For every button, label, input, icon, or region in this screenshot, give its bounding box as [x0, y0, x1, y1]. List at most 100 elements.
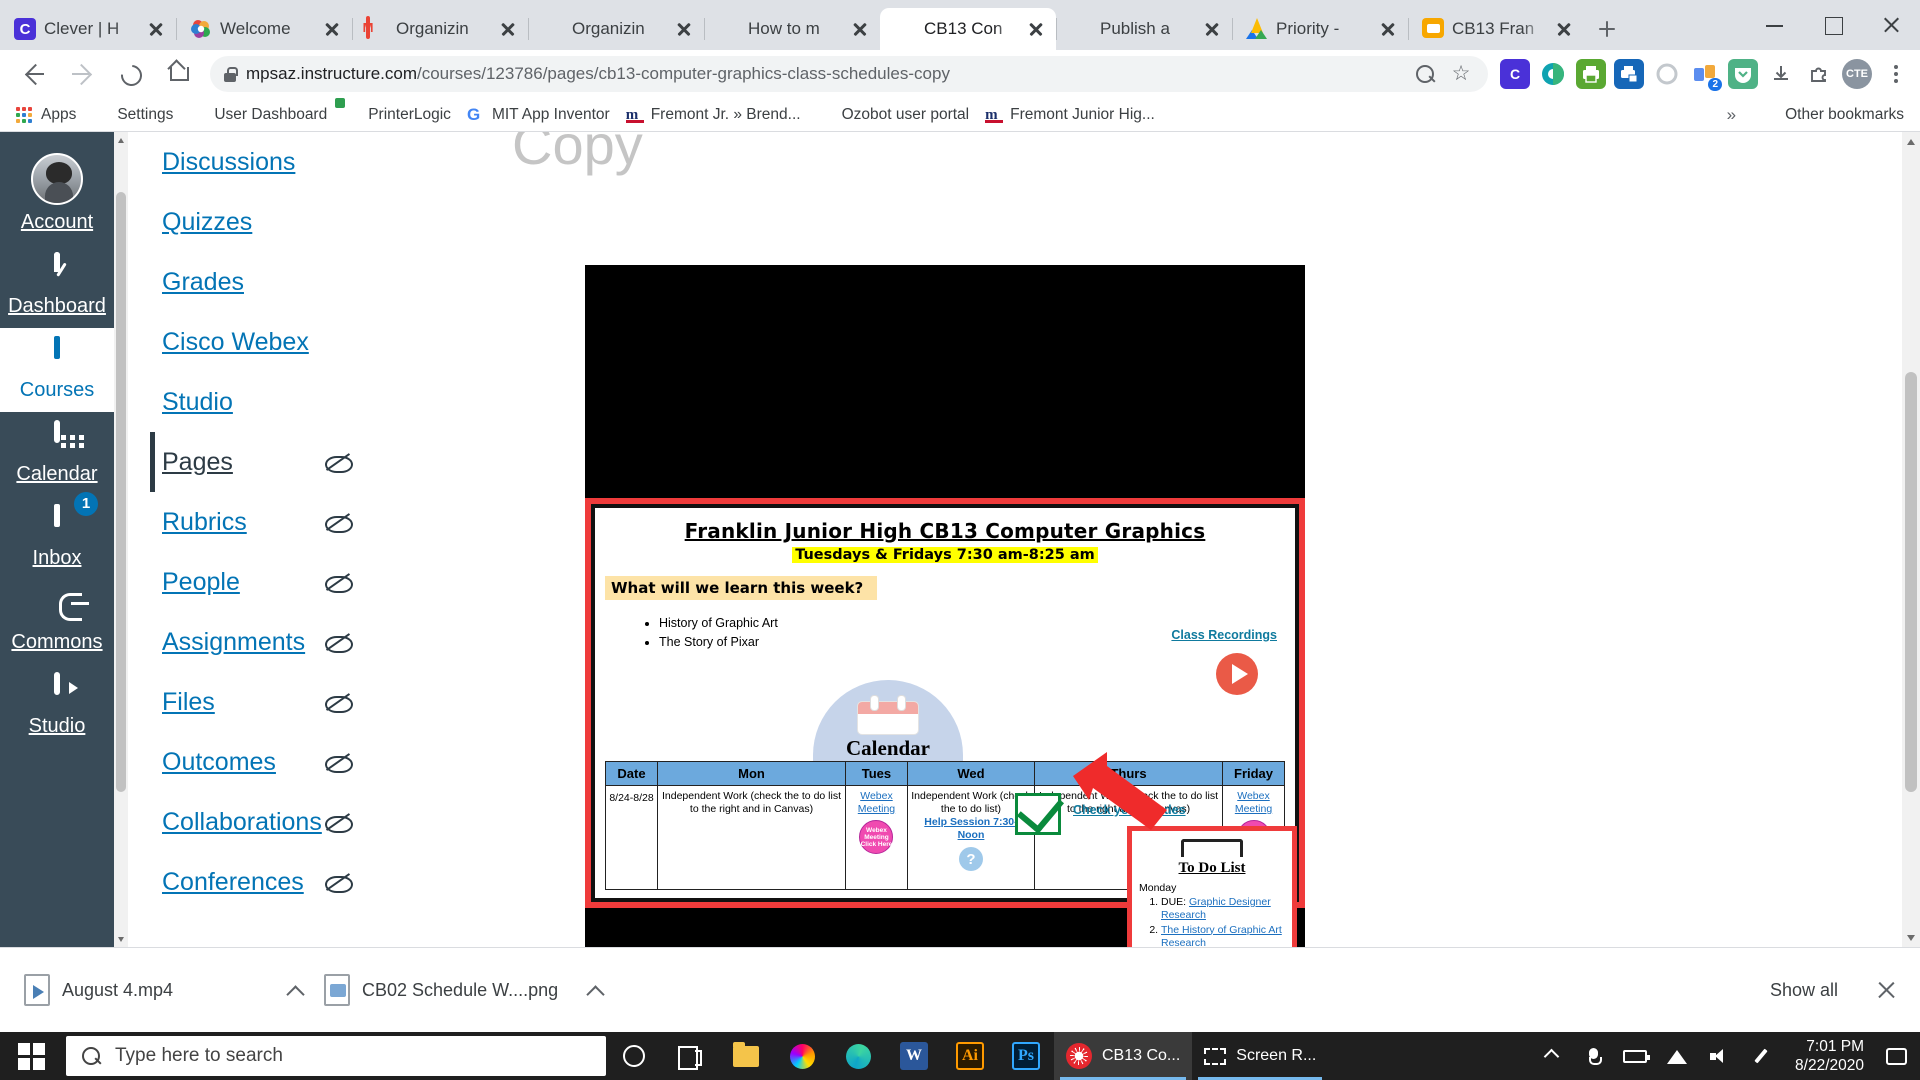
teal-circle-extension-icon[interactable]: [1538, 59, 1568, 89]
webex-click-here-badge[interactable]: Webex Meeting Click Here: [859, 820, 893, 854]
close-icon[interactable]: [322, 19, 342, 39]
todo-link[interactable]: The History of Graphic Art Research: [1161, 924, 1282, 948]
maximize-button[interactable]: [1804, 0, 1862, 50]
sidebar-item-courses[interactable]: Courses: [0, 328, 114, 412]
global-nav-scrollbar[interactable]: [114, 132, 128, 947]
printer-extension-icon[interactable]: [1576, 59, 1606, 89]
course-nav-item-rubrics[interactable]: Rubrics: [150, 492, 440, 552]
course-nav-item-pages[interactable]: Pages: [150, 432, 440, 492]
close-icon[interactable]: [674, 19, 694, 39]
home-icon[interactable]: [159, 55, 197, 93]
speaker-icon[interactable]: [1699, 1032, 1739, 1080]
edge-icon[interactable]: [830, 1032, 886, 1080]
close-icon[interactable]: [498, 19, 518, 39]
close-icon[interactable]: [1378, 19, 1398, 39]
tabs-extension-icon[interactable]: 2: [1690, 59, 1720, 89]
chevron-down-icon[interactable]: [582, 977, 608, 1003]
course-nav-item-cisco-webex[interactable]: Cisco Webex: [150, 312, 440, 372]
browser-tab[interactable]: Organizin: [528, 8, 704, 50]
bookmark-fremont-jr[interactable]: m Fremont Jr. » Brend...: [618, 103, 809, 127]
bookmark-fremont-junior-high[interactable]: m Fremont Junior Hig...: [977, 103, 1163, 127]
minimize-button[interactable]: [1746, 0, 1804, 50]
cte-profile-icon[interactable]: CTE: [1842, 59, 1872, 89]
browser-tab[interactable]: Publish a: [1056, 8, 1232, 50]
print-blue-extension-icon[interactable]: [1614, 59, 1644, 89]
close-icon[interactable]: [146, 19, 166, 39]
sidebar-item-studio[interactable]: Studio: [0, 664, 114, 748]
course-nav-item-files[interactable]: Files: [150, 672, 440, 732]
course-nav-item-outcomes[interactable]: Outcomes: [150, 732, 440, 792]
close-icon[interactable]: [850, 19, 870, 39]
notification-icon[interactable]: [1878, 1032, 1914, 1080]
download-item[interactable]: August 4.mp4: [14, 963, 314, 1017]
scroll-down-icon[interactable]: [114, 931, 128, 947]
illustrator-icon[interactable]: Ai: [942, 1032, 998, 1080]
scroll-up-icon[interactable]: [1902, 132, 1920, 150]
sidebar-item-calendar[interactable]: Calendar: [0, 412, 114, 496]
zoom-icon[interactable]: [1412, 61, 1438, 87]
battery-icon[interactable]: [1615, 1032, 1655, 1080]
browser-tab[interactable]: Organizin: [352, 8, 528, 50]
course-nav-item-people[interactable]: People: [150, 552, 440, 612]
reload-icon[interactable]: [111, 55, 149, 93]
bookmark-apps[interactable]: Apps: [8, 103, 84, 127]
firefox-icon[interactable]: [774, 1032, 830, 1080]
search-input[interactable]: Type here to search: [66, 1036, 606, 1076]
chrome-menu-icon[interactable]: [1880, 59, 1910, 89]
bookmark-star-icon[interactable]: ☆: [1448, 61, 1474, 87]
task-view-icon[interactable]: [662, 1032, 718, 1080]
other-bookmarks-folder[interactable]: Other bookmarks: [1752, 103, 1912, 127]
course-nav-item-assignments[interactable]: Assignments: [150, 612, 440, 672]
browser-tab[interactable]: Priority -: [1232, 8, 1408, 50]
chevron-down-icon[interactable]: [282, 977, 308, 1003]
embedded-schedule-image[interactable]: Franklin Junior High CB13 Computer Graph…: [585, 265, 1305, 947]
puzzle-extension-icon[interactable]: [1804, 59, 1834, 89]
course-nav-item-collaborations[interactable]: Collaborations: [150, 792, 440, 852]
window-close-button[interactable]: [1862, 0, 1920, 50]
clock[interactable]: 7:01 PM 8/22/2020: [1783, 1032, 1876, 1080]
address-bar[interactable]: mpsaz.instructure.com/courses/123786/pag…: [210, 56, 1488, 92]
page-scrollbar[interactable]: [1902, 132, 1920, 947]
bookmark-ozobot[interactable]: Ozobot user portal: [809, 103, 978, 127]
pocket-extension-icon[interactable]: [1728, 59, 1758, 89]
bookmarks-overflow-icon[interactable]: »: [1717, 105, 1746, 125]
photoshop-icon[interactable]: Ps: [998, 1032, 1054, 1080]
course-nav-item-studio[interactable]: Studio: [150, 372, 440, 432]
course-nav-item-discussions[interactable]: Discussions: [150, 132, 440, 192]
clever-extension-icon[interactable]: C: [1500, 59, 1530, 89]
browser-tab-active[interactable]: CB13 Con: [880, 8, 1056, 50]
bookmark-printerlogic[interactable]: PrinterLogic: [335, 103, 459, 127]
bookmark-user-dashboard[interactable]: User Dashboard: [181, 103, 335, 127]
browser-tab[interactable]: C Clever | H: [0, 8, 176, 50]
sidebar-item-inbox[interactable]: 1 Inbox: [0, 496, 114, 580]
scroll-down-icon[interactable]: [1902, 929, 1920, 947]
sidebar-item-commons[interactable]: Commons: [0, 580, 114, 664]
close-icon[interactable]: [1026, 19, 1046, 39]
file-explorer-icon[interactable]: [718, 1032, 774, 1080]
show-all-downloads-button[interactable]: Show all: [1752, 970, 1856, 1011]
webex-meeting-link[interactable]: Webex Meeting: [1235, 790, 1272, 815]
play-icon[interactable]: [1216, 653, 1258, 695]
forward-arrow-icon[interactable]: [63, 55, 101, 93]
microphone-icon[interactable]: [1573, 1032, 1613, 1080]
new-tab-button[interactable]: [1590, 12, 1624, 46]
wifi-icon[interactable]: [1657, 1032, 1697, 1080]
course-nav-item-conferences[interactable]: Conferences: [150, 852, 440, 912]
close-downloads-icon[interactable]: [1866, 970, 1906, 1010]
question-mark-icon[interactable]: ?: [959, 847, 983, 871]
pen-icon[interactable]: [1741, 1032, 1781, 1080]
class-recordings-link[interactable]: Class Recordings: [1171, 628, 1277, 642]
webex-meeting-link[interactable]: Webex Meeting: [858, 790, 895, 815]
browser-tab[interactable]: How to m: [704, 8, 880, 50]
download-extension-icon[interactable]: [1766, 59, 1796, 89]
sidebar-item-account[interactable]: Account: [0, 142, 114, 244]
download-item[interactable]: CB02 Schedule W....png: [314, 963, 614, 1017]
bookmark-mit-app-inventor[interactable]: G MIT App Inventor: [459, 103, 618, 127]
browser-tab[interactable]: CB13 Fran: [1408, 8, 1584, 50]
close-icon[interactable]: [1202, 19, 1222, 39]
help-session-link[interactable]: Help Session 7:30-Noon: [911, 816, 1031, 842]
back-arrow-icon[interactable]: [15, 55, 53, 93]
scrollbar-thumb[interactable]: [1905, 372, 1917, 792]
grey-circle-extension-icon[interactable]: [1652, 59, 1682, 89]
sidebar-item-dashboard[interactable]: Dashboard: [0, 244, 114, 328]
